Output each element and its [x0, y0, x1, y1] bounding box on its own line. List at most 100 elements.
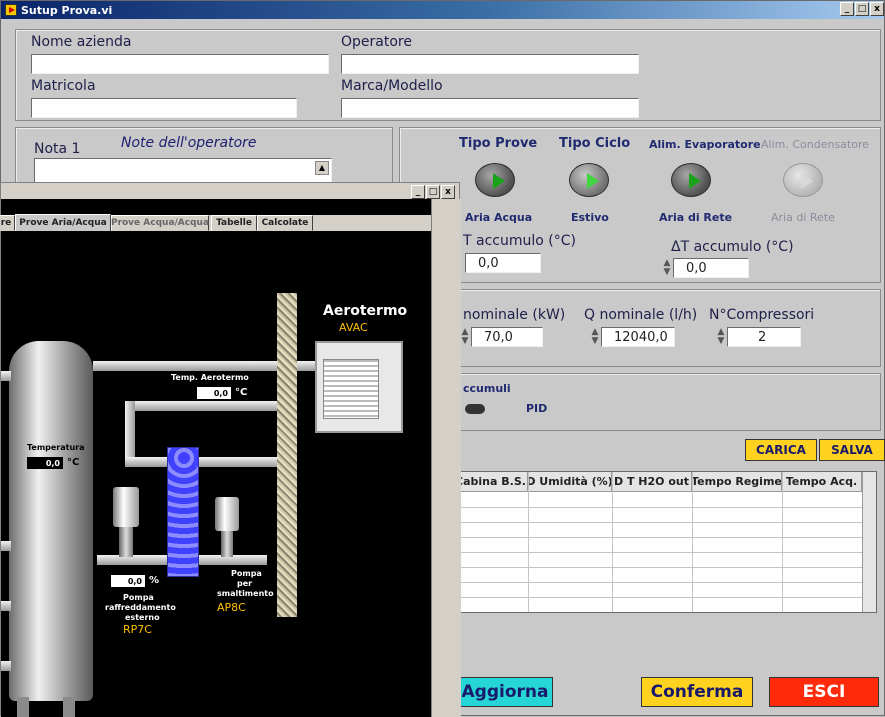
- cond-supply-value: Aria di Rete: [771, 211, 835, 224]
- window-frame-right: [431, 199, 461, 717]
- window-title: Sutup Prova.vi: [21, 3, 113, 17]
- pump1-label1: Pompa: [123, 593, 154, 602]
- pump1: [111, 487, 141, 557]
- aerotermo-title: Aerotermo: [323, 303, 408, 319]
- pump1-unit: %: [149, 575, 160, 586]
- temp-aero-unit: °C: [235, 387, 248, 398]
- aerotermo-code: AVAC: [339, 321, 368, 334]
- pump2-label3: smaltimento: [217, 589, 274, 598]
- minimize-button[interactable]: _: [411, 185, 425, 199]
- close-button[interactable]: x: [441, 185, 455, 199]
- brand-field[interactable]: [341, 98, 639, 118]
- accumuli-label: ccumuli: [463, 382, 511, 395]
- tab-tabelle[interactable]: Tabelle: [211, 215, 257, 231]
- dt-accum-label: ΔT accumulo (°C): [671, 239, 794, 255]
- power-input[interactable]: 70,0: [471, 327, 543, 347]
- heat-exchanger: [167, 447, 199, 577]
- temperatura-unit: °C: [67, 457, 80, 468]
- arrow-icon: [493, 173, 505, 189]
- process-window-title-bar: [1, 183, 459, 199]
- test-type-toggle[interactable]: [475, 163, 515, 197]
- arrow-icon: [689, 173, 701, 189]
- pump2-label2: per: [237, 579, 253, 588]
- power-spinner-icon[interactable]: ▲ ▼: [461, 328, 469, 346]
- wall: [277, 293, 297, 617]
- salva-button[interactable]: SALVA: [819, 439, 885, 461]
- labview-icon: [5, 4, 17, 16]
- power-label: nominale (kW): [463, 307, 566, 323]
- col-tempo-acq: Tempo Acq.: [782, 472, 862, 492]
- process-window: _ □ x re Prove Aria/Acqua Prove Acqua/Ac…: [0, 182, 461, 717]
- pump2: [213, 497, 241, 557]
- t-accum-label: T accumulo (°C): [463, 233, 576, 249]
- pump2-label1: Pompa: [231, 569, 262, 578]
- compressors-label: N°Compressori: [709, 307, 815, 323]
- process-scene: Aerotermo AVAC Temp. Aerotermo 0,0 °C Te…: [1, 231, 431, 717]
- cycle-type-title: Tipo Ciclo: [559, 136, 631, 151]
- table-scrollbar[interactable]: [862, 472, 876, 612]
- cond-supply-toggle: [783, 163, 823, 197]
- arrow-icon: [587, 173, 599, 189]
- note-scroll-up-icon[interactable]: ▲: [315, 161, 329, 175]
- arrow-icon: [801, 173, 813, 189]
- company-label: Nome azienda: [31, 34, 132, 50]
- pump1-label3: esterno: [125, 613, 160, 622]
- cycle-type-toggle[interactable]: [569, 163, 609, 197]
- tank: [9, 341, 93, 701]
- carica-button[interactable]: CARICA: [745, 439, 817, 461]
- maximize-button[interactable]: □: [426, 185, 440, 199]
- cond-supply-title: Alim. Condensatore: [761, 138, 870, 151]
- note-label: Nota 1: [34, 141, 81, 157]
- temperatura-label: Temperatura: [27, 443, 85, 452]
- accumuli-switch[interactable]: [465, 404, 485, 414]
- pid-label: PID: [526, 402, 548, 415]
- tab-calcolate[interactable]: Calcolate: [257, 215, 313, 231]
- company-field[interactable]: [31, 54, 329, 74]
- operator-field[interactable]: [341, 54, 639, 74]
- esci-button[interactable]: ESCI: [769, 677, 879, 707]
- compressors-input[interactable]: 2: [727, 327, 801, 347]
- dt-accum-input[interactable]: 0,0: [673, 258, 749, 278]
- tab-bar: re Prove Aria/Acqua Prove Acqua/Acqua Ta…: [0, 214, 451, 232]
- temp-aero-label: Temp. Aerotermo: [171, 373, 249, 382]
- tab-strip-bg: [1, 199, 439, 215]
- note-caption: Note dell'operatore: [121, 135, 257, 151]
- pump1-code: RP7C: [123, 623, 152, 636]
- compressors-spinner-icon[interactable]: ▲ ▼: [717, 328, 725, 346]
- close-button[interactable]: x: [870, 2, 884, 16]
- serial-label: Matricola: [31, 78, 96, 94]
- flow-label: Q nominale (l/h): [584, 307, 698, 323]
- test-type-value: Aria Acqua: [465, 211, 533, 224]
- flow-spinner-icon[interactable]: ▲ ▼: [591, 328, 599, 346]
- pump2-code: AP8C: [217, 601, 246, 614]
- conferma-button[interactable]: Conferma: [641, 677, 753, 707]
- col-cabina: Cabina B.S.: [454, 472, 528, 492]
- dt-accum-spinner-icon[interactable]: ▲ ▼: [663, 259, 671, 277]
- brand-label: Marca/Modello: [341, 78, 443, 94]
- t-accum-input[interactable]: 0,0: [465, 253, 541, 273]
- aggiorna-button[interactable]: Aggiorna: [457, 677, 553, 707]
- title-bar: Sutup Prova.vi _ □ x: [1, 1, 884, 19]
- results-table[interactable]: Cabina B.S. D Umidità (%) D T H2O out Te…: [453, 471, 877, 613]
- test-type-title: Tipo Prove: [459, 136, 538, 151]
- col-tempo-regime: Tempo Regime: [692, 472, 782, 492]
- col-umidita: D Umidità (%): [528, 472, 612, 492]
- serial-field[interactable]: [31, 98, 297, 118]
- temperatura-display: 0,0: [27, 457, 63, 469]
- aerotermo-unit: [315, 341, 403, 433]
- cycle-type-value: Estivo: [571, 211, 609, 224]
- minimize-button[interactable]: _: [840, 2, 854, 16]
- maximize-button[interactable]: □: [855, 2, 869, 16]
- col-dt-h2o: D T H2O out: [612, 472, 692, 492]
- flow-input[interactable]: 12040,0: [601, 327, 675, 347]
- evap-supply-toggle[interactable]: [671, 163, 711, 197]
- tab-prove-acqua-acqua[interactable]: Prove Acqua/Acqua: [111, 215, 209, 231]
- tab-prev[interactable]: re: [0, 215, 15, 231]
- tab-prove-aria-acqua[interactable]: Prove Aria/Acqua: [15, 214, 111, 232]
- evap-supply-value: Aria di Rete: [659, 211, 733, 224]
- temp-aero-display: 0,0: [197, 387, 231, 399]
- pump1-label2: raffreddamento: [105, 603, 176, 612]
- operator-label: Operatore: [341, 34, 412, 50]
- evap-supply-title: Alim. Evaporatore: [649, 138, 761, 151]
- pump1-display: 0,0: [111, 575, 145, 587]
